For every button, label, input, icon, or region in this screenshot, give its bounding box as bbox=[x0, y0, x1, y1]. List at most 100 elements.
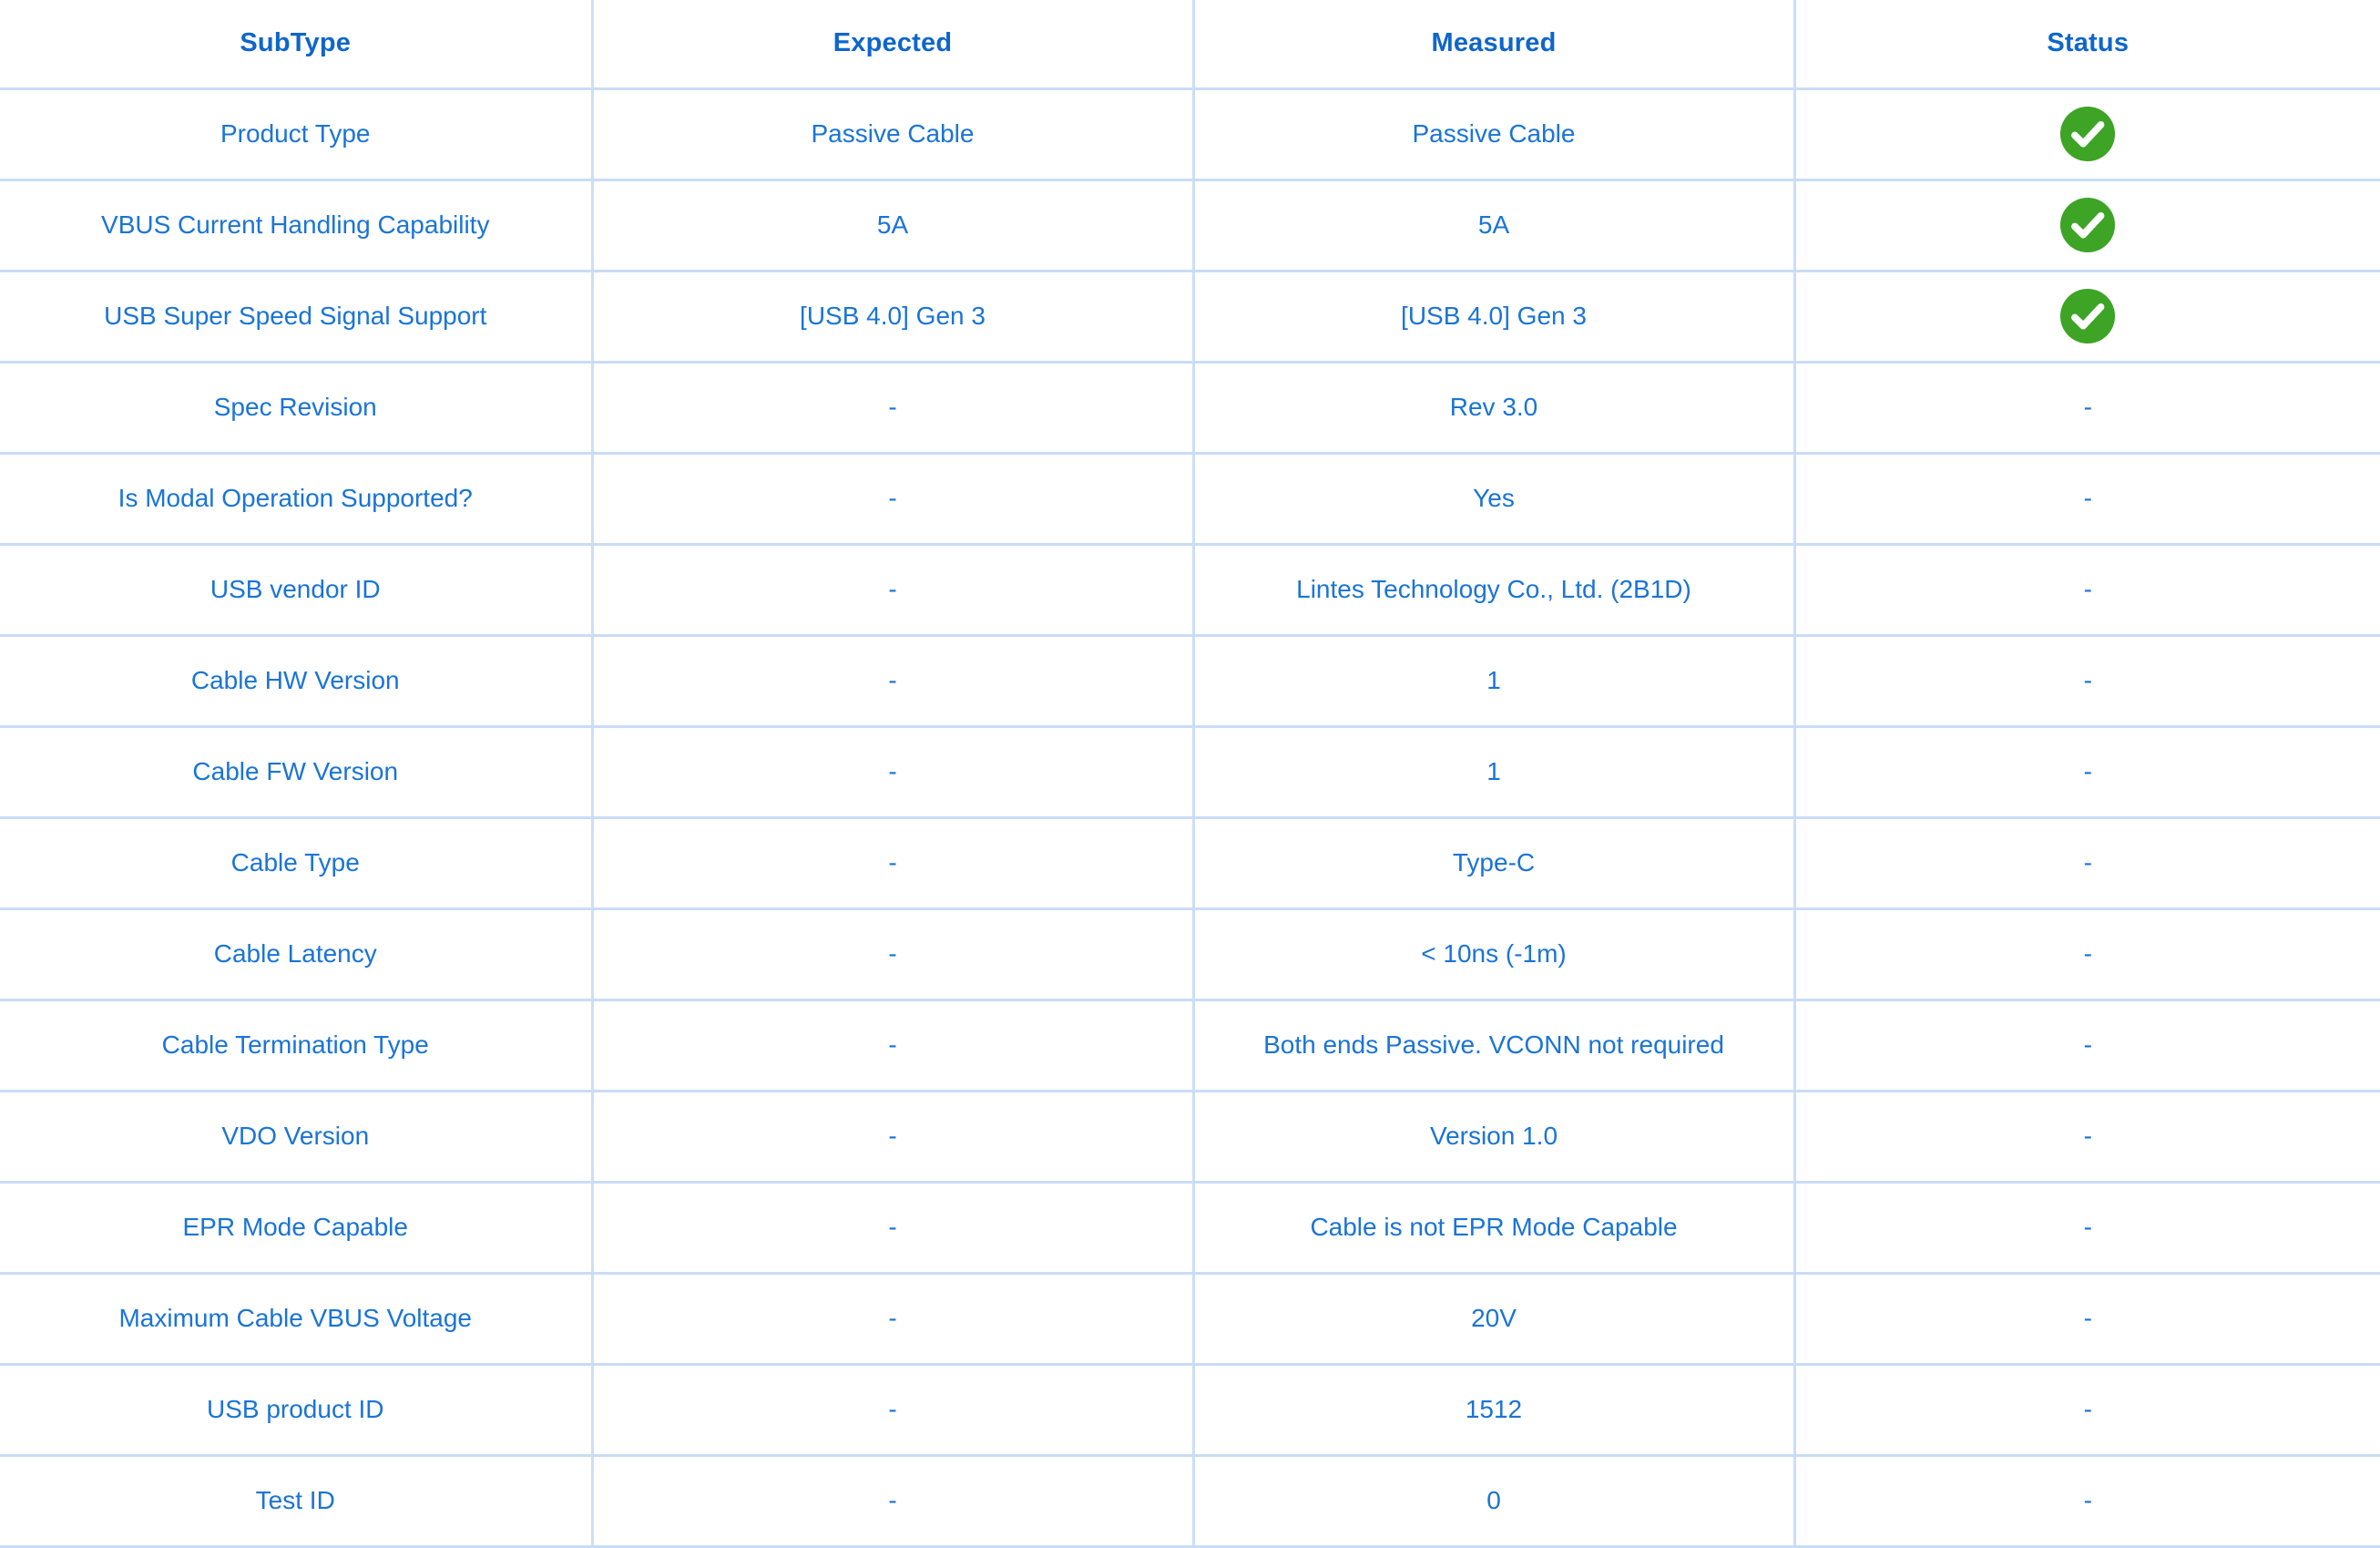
table-header-row: SubType Expected Measured Status bbox=[0, 0, 2380, 90]
table-row[interactable]: Cable HW Version -1- bbox=[0, 635, 2380, 728]
cell-subtype: USB Super Speed Signal Support bbox=[0, 271, 594, 364]
cell-measured: 1 bbox=[1193, 726, 1796, 819]
status-dash: - bbox=[2083, 1395, 2092, 1423]
table-row[interactable]: Cable FW Version -1- bbox=[0, 726, 2380, 819]
cell-measured: 5A bbox=[1193, 179, 1796, 272]
cell-status: - bbox=[1794, 1455, 2380, 1548]
status-dash: - bbox=[2083, 1304, 2092, 1332]
cell-status: - bbox=[1794, 1273, 2380, 1366]
status-dash: - bbox=[2083, 666, 2092, 694]
cell-measured: 20V bbox=[1193, 1273, 1796, 1366]
cell-subtype: Cable FW Version bbox=[0, 726, 594, 819]
cell-measured: < 10ns (-1m) bbox=[1193, 908, 1796, 1001]
column-header-measured[interactable]: Measured bbox=[1193, 0, 1796, 90]
cell-status bbox=[1794, 88, 2380, 181]
cell-status: - bbox=[1794, 817, 2380, 910]
cell-subtype: USB product ID bbox=[0, 1364, 594, 1457]
cell-subtype: Maximum Cable VBUS Voltage bbox=[0, 1273, 594, 1366]
cell-subtype: Spec Revision bbox=[0, 362, 594, 455]
compliance-results-table: SubType Expected Measured Status Product… bbox=[0, 0, 2380, 1548]
table-row[interactable]: Spec Revision - Rev 3.0- bbox=[0, 362, 2380, 455]
cell-measured: 1512 bbox=[1193, 1364, 1796, 1457]
cell-expected: [USB 4.0] Gen 3 bbox=[592, 271, 1195, 364]
status-dash: - bbox=[2083, 1486, 2092, 1514]
table-row[interactable]: USB vendor ID - Lintes Technology Co., Ltd… bbox=[0, 544, 2380, 637]
table-row[interactable]: VBUS Current Handling Capability 5A 5A bbox=[0, 179, 2380, 272]
column-header-subtype[interactable]: SubType bbox=[0, 0, 594, 90]
cell-status: - bbox=[1794, 362, 2380, 455]
cell-status: - bbox=[1794, 1364, 2380, 1457]
check-circle-icon bbox=[2059, 288, 2116, 344]
cell-status: - bbox=[1794, 635, 2380, 728]
cell-expected: - bbox=[592, 635, 1195, 728]
table-row[interactable]: Is Modal Operation Supported? - Yes - bbox=[0, 453, 2380, 546]
cell-expected: - bbox=[592, 1182, 1195, 1275]
cell-expected: - bbox=[592, 453, 1195, 546]
status-dash: - bbox=[2083, 1213, 2092, 1241]
cell-expected: 5A bbox=[592, 179, 1195, 272]
cell-expected: Passive Cable bbox=[592, 88, 1195, 181]
cell-status: - bbox=[1794, 726, 2380, 819]
cell-subtype: Is Modal Operation Supported? bbox=[0, 453, 594, 546]
status-dash: - bbox=[2083, 575, 2092, 603]
table-header: SubType Expected Measured Status bbox=[0, 0, 2380, 90]
table-row[interactable]: Maximum Cable VBUS Voltage -20V - bbox=[0, 1273, 2380, 1366]
check-circle-icon bbox=[2059, 197, 2116, 253]
cell-expected: - bbox=[592, 1000, 1195, 1092]
cell-measured: Passive Cable bbox=[1193, 88, 1796, 181]
cell-expected: - bbox=[592, 908, 1195, 1001]
cell-expected: - bbox=[592, 1364, 1195, 1457]
table-row[interactable]: Cable Termination Type - Both ends Passive… bbox=[0, 1000, 2380, 1092]
cell-status bbox=[1794, 271, 2380, 364]
column-header-status[interactable]: Status bbox=[1794, 0, 2380, 90]
table-row[interactable]: USB product ID -1512- bbox=[0, 1364, 2380, 1457]
cell-measured: Version 1.0 bbox=[1193, 1091, 1796, 1184]
status-dash: - bbox=[2083, 848, 2092, 877]
cell-measured: [USB 4.0] Gen 3 bbox=[1193, 271, 1796, 364]
status-dash: - bbox=[2083, 757, 2092, 785]
cell-measured: Both ends Passive. VCONN not required bbox=[1193, 1000, 1796, 1092]
cell-subtype: Cable Latency bbox=[0, 908, 594, 1001]
table-row[interactable]: Cable Latency - < 10ns (-1m) - bbox=[0, 908, 2380, 1001]
cell-subtype: Test ID bbox=[0, 1455, 594, 1548]
cell-expected: - bbox=[592, 1273, 1195, 1366]
column-header-expected[interactable]: Expected bbox=[592, 0, 1195, 90]
table-row[interactable]: VDO Version - Version 1.0- bbox=[0, 1091, 2380, 1184]
cell-expected: - bbox=[592, 817, 1195, 910]
table-row[interactable]: USB Super Speed Signal Support [USB 4.0] … bbox=[0, 271, 2380, 364]
cell-status bbox=[1794, 179, 2380, 272]
status-dash: - bbox=[2083, 939, 2092, 968]
table-body: Product Type Passive Cable Passive Cable VB… bbox=[0, 88, 2380, 1548]
table-row[interactable]: EPR Mode Capable - Cable is not EPR Mode C… bbox=[0, 1182, 2380, 1275]
cell-measured: Rev 3.0 bbox=[1193, 362, 1796, 455]
cell-subtype: USB vendor ID bbox=[0, 544, 594, 637]
cell-status: - bbox=[1794, 453, 2380, 546]
cell-subtype: Cable Termination Type bbox=[0, 1000, 594, 1092]
table-row[interactable]: Test ID -0- bbox=[0, 1455, 2380, 1548]
status-dash: - bbox=[2083, 1030, 2092, 1059]
cell-subtype: Cable HW Version bbox=[0, 635, 594, 728]
cell-expected: - bbox=[592, 544, 1195, 637]
cell-subtype: VBUS Current Handling Capability bbox=[0, 179, 594, 272]
cell-measured: Yes bbox=[1193, 453, 1796, 546]
cell-subtype: VDO Version bbox=[0, 1091, 594, 1184]
cell-expected: - bbox=[592, 1455, 1195, 1548]
cell-status: - bbox=[1794, 908, 2380, 1001]
cell-expected: - bbox=[592, 1091, 1195, 1184]
table-row[interactable]: Cable Type - Type-C - bbox=[0, 817, 2380, 910]
cell-status: - bbox=[1794, 544, 2380, 637]
cell-expected: - bbox=[592, 726, 1195, 819]
table-row[interactable]: Product Type Passive Cable Passive Cable bbox=[0, 88, 2380, 181]
cell-measured: Cable is not EPR Mode Capable bbox=[1193, 1182, 1796, 1275]
status-dash: - bbox=[2083, 484, 2092, 512]
cell-measured: 0 bbox=[1193, 1455, 1796, 1548]
cell-subtype: Product Type bbox=[0, 88, 594, 181]
cell-measured: 1 bbox=[1193, 635, 1796, 728]
cell-measured: Type-C bbox=[1193, 817, 1796, 910]
cell-status: - bbox=[1794, 1182, 2380, 1275]
cell-subtype: Cable Type bbox=[0, 817, 594, 910]
cell-status: - bbox=[1794, 1091, 2380, 1184]
cell-measured: Lintes Technology Co., Ltd. (2B1D) bbox=[1193, 544, 1796, 637]
cell-status: - bbox=[1794, 1000, 2380, 1092]
cell-subtype: EPR Mode Capable bbox=[0, 1182, 594, 1275]
